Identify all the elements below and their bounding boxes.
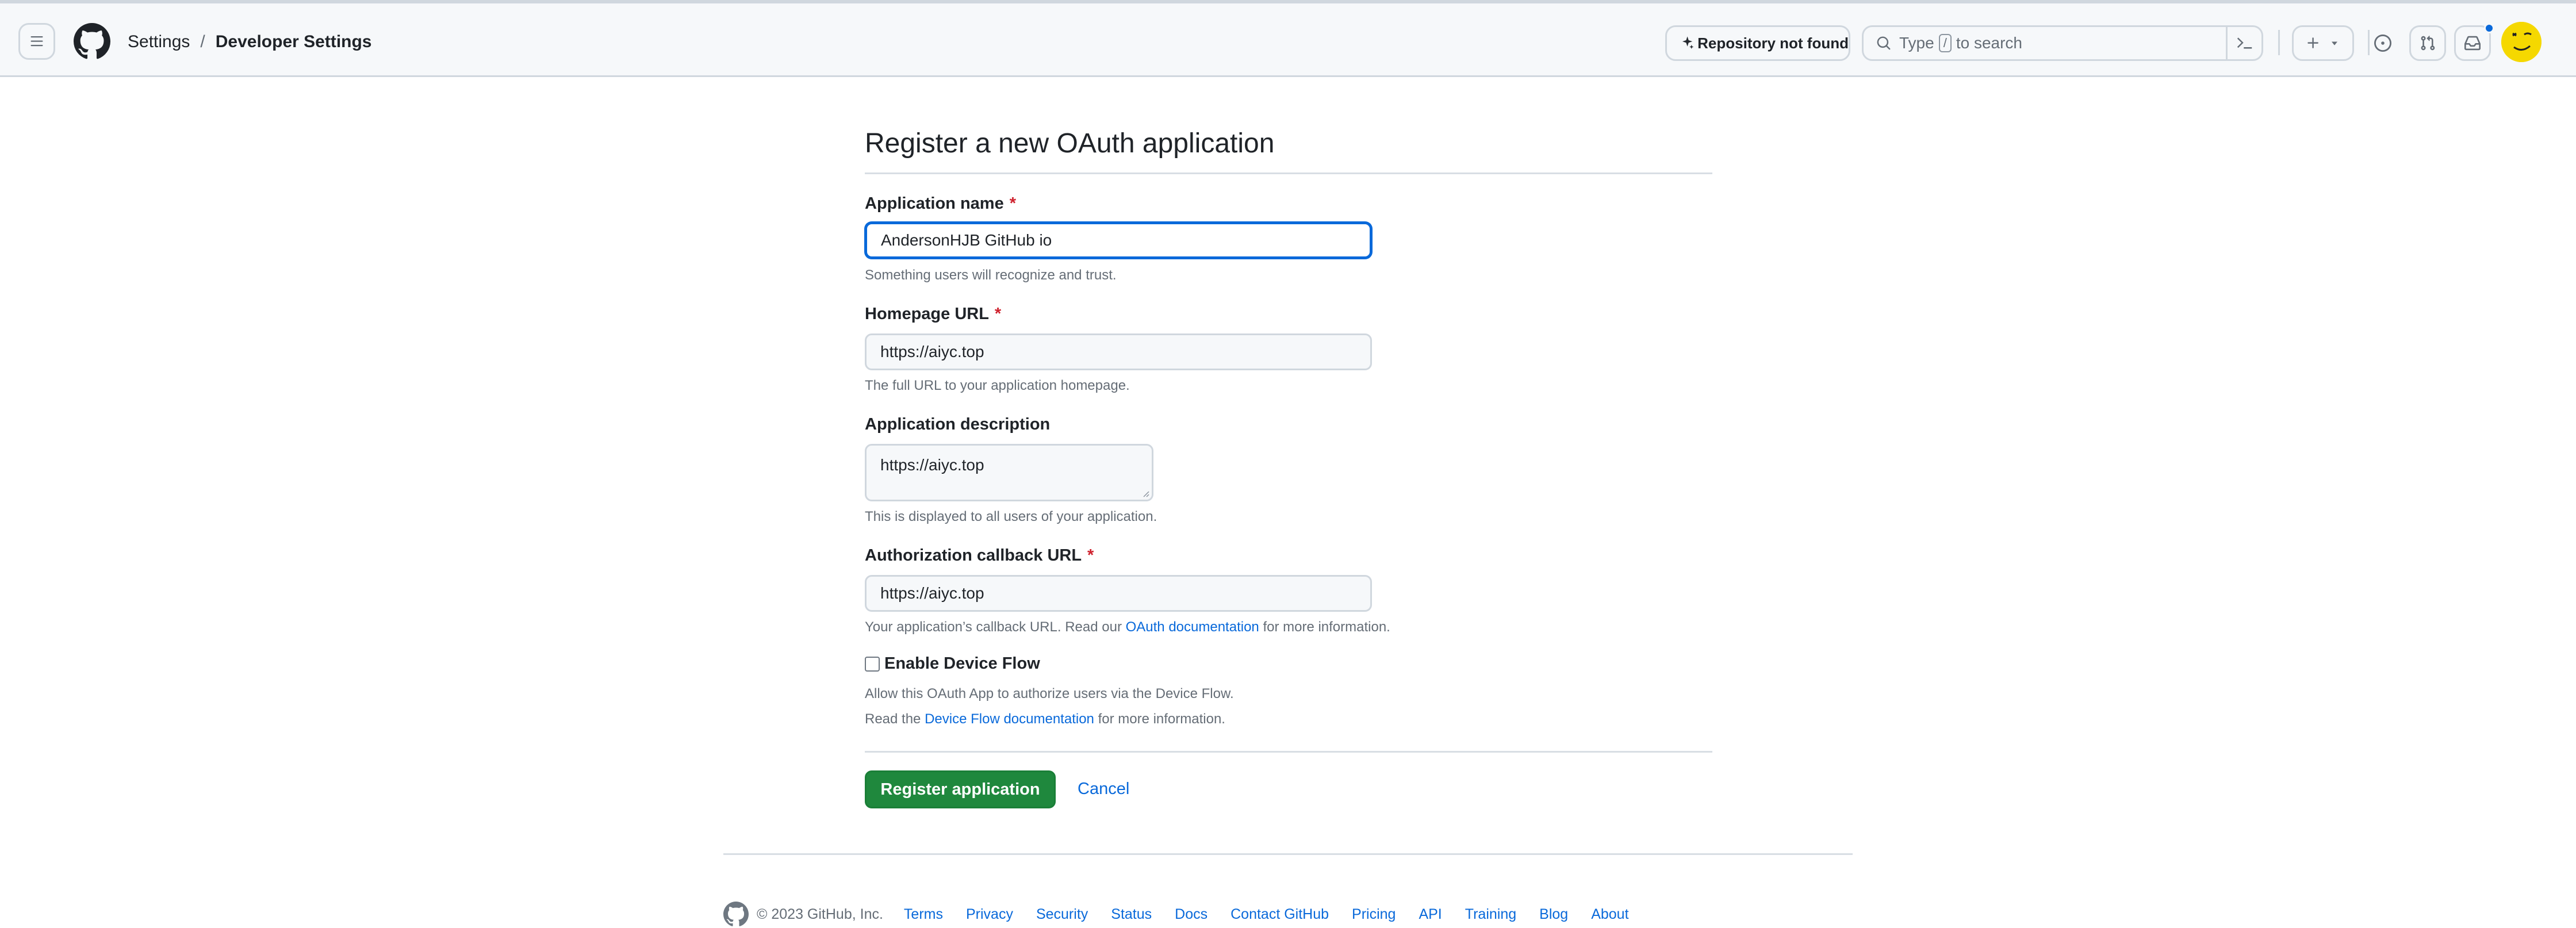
app-description-value: https://aiyc.top (880, 456, 984, 474)
search-shortcut-key: / (1938, 34, 1952, 52)
oauth-documentation-link[interactable]: OAuth documentation (1126, 619, 1259, 635)
inbox-icon (2464, 36, 2481, 51)
device-flow-doc-hint: Read the Device Flow documentation for m… (865, 710, 1225, 729)
app-name-input[interactable]: AndersonHJB GitHub io (865, 222, 1372, 259)
device-flow-hint-suffix: for more information. (1098, 711, 1225, 727)
homepage-url-hint: The full URL to your application homepag… (865, 378, 1130, 393)
footer-link-about[interactable]: About (1591, 906, 1628, 923)
app-name-label: Application name * (865, 192, 1016, 215)
search-input[interactable]: Type / to search (1862, 25, 2263, 61)
footer-link-docs[interactable]: Docs (1175, 906, 1208, 923)
callback-url-label-text: Authorization callback URL (865, 546, 1082, 565)
register-application-button[interactable]: Register application (865, 770, 1056, 808)
device-flow-label[interactable]: Enable Device Flow (884, 654, 1040, 673)
app-name-hint: Something users will recognize and trust… (865, 267, 1117, 283)
device-flow-hint-prefix: Read the (865, 711, 921, 727)
footer-copyright: © 2023 GitHub, Inc. (757, 906, 883, 922)
device-flow-checkbox[interactable] (865, 656, 880, 672)
issues-icon (2374, 34, 2391, 52)
homepage-url-label-text: Homepage URL (865, 305, 989, 323)
search-placeholder-prefix: Type (1899, 34, 1934, 52)
footer-link-contact-github[interactable]: Contact GitHub (1230, 906, 1329, 923)
breadcrumb-separator: / (200, 32, 205, 51)
title-divider (865, 172, 1712, 174)
breadcrumb-settings-link[interactable]: Settings (128, 29, 190, 55)
app-description-label: Application description (865, 415, 1051, 434)
device-flow-row: Enable Device Flow (865, 654, 1040, 673)
callback-url-input[interactable]: https://aiyc.top (865, 575, 1372, 612)
hamburger-icon (30, 36, 43, 47)
github-logo-icon[interactable] (74, 23, 110, 60)
top-navigation-bar: Settings / Developer Settings Repository… (0, 0, 2576, 77)
callback-hint-suffix: for more information. (1263, 619, 1390, 635)
app-description-hint: This is displayed to all users of your a… (865, 509, 1157, 524)
callback-hint-prefix: Your application’s callback URL. Read ou… (865, 619, 1122, 635)
repo-status-label: Repository not found (1697, 34, 1849, 52)
issues-button[interactable] (2364, 25, 2401, 61)
resize-grip-icon[interactable] (1140, 488, 1149, 497)
copilot-repo-status-button[interactable]: Repository not found (1665, 25, 1850, 61)
footer: © 2023 GitHub, Inc. Terms Privacy Securi… (723, 902, 1652, 927)
cancel-link[interactable]: Cancel (1078, 780, 1129, 799)
device-flow-hint: Allow this OAuth App to authorize users … (865, 686, 1234, 701)
callback-url-value: https://aiyc.top (880, 584, 984, 602)
form-divider (865, 751, 1712, 753)
device-flow-documentation-link[interactable]: Device Flow documentation (925, 711, 1094, 727)
avatar[interactable] (2501, 22, 2542, 62)
required-marker: * (994, 305, 1002, 323)
footer-link-pricing[interactable]: Pricing (1352, 906, 1396, 923)
required-marker: * (1087, 546, 1094, 565)
required-marker: * (1009, 194, 1016, 213)
breadcrumb-developer-settings-link[interactable]: Developer Settings (216, 29, 372, 55)
header-divider (2278, 30, 2280, 55)
pull-requests-icon (2421, 36, 2435, 51)
footer-link-privacy[interactable]: Privacy (966, 906, 1013, 923)
footer-link-security[interactable]: Security (1036, 906, 1088, 923)
pull-requests-button[interactable] (2409, 25, 2446, 61)
chevron-down-icon (2332, 41, 2337, 45)
homepage-url-value: https://aiyc.top (880, 343, 984, 361)
hamburger-menu-button[interactable] (18, 23, 55, 60)
search-placeholder-suffix: to search (1956, 34, 2022, 52)
footer-divider (723, 853, 1853, 855)
homepage-url-input[interactable]: https://aiyc.top (865, 333, 1372, 370)
breadcrumb: Settings / Developer Settings (128, 29, 372, 55)
app-name-value: AndersonHJB GitHub io (881, 231, 1052, 249)
footer-link-blog[interactable]: Blog (1539, 906, 1568, 923)
callback-url-hint: Your application’s callback URL. Read ou… (865, 618, 1390, 637)
homepage-url-label: Homepage URL * (865, 302, 1001, 325)
page-title: Register a new OAuth application (865, 128, 1275, 159)
footer-link-training[interactable]: Training (1465, 906, 1516, 923)
plus-icon (2307, 37, 2318, 48)
avatar-face-icon (2501, 22, 2542, 62)
notification-indicator (2484, 23, 2494, 33)
app-description-textarea[interactable]: https://aiyc.top (865, 444, 1153, 501)
footer-link-api[interactable]: API (1419, 906, 1442, 923)
command-palette-button[interactable] (2226, 25, 2261, 61)
search-icon (1877, 36, 1891, 50)
footer-link-terms[interactable]: Terms (904, 906, 943, 923)
create-new-button[interactable] (2292, 25, 2354, 61)
github-footer-logo-icon[interactable] (723, 902, 749, 927)
callback-url-label: Authorization callback URL * (865, 544, 1094, 567)
app-name-label-text: Application name (865, 194, 1004, 213)
footer-link-status[interactable]: Status (1111, 906, 1152, 923)
copilot-sparkle-icon (1682, 36, 1694, 49)
command-palette-icon (2237, 37, 2252, 49)
